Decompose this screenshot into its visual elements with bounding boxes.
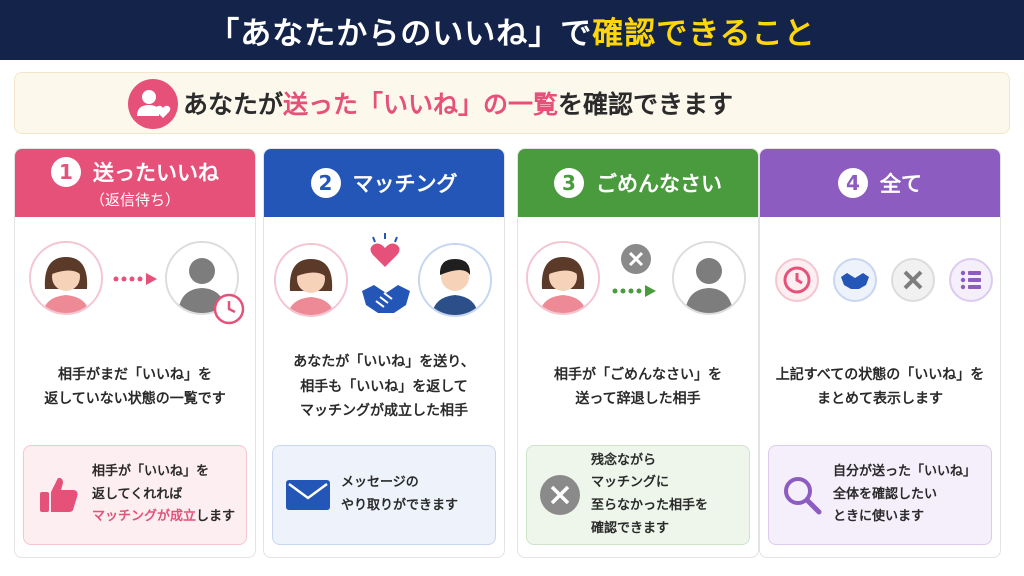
- card-title: 全て: [880, 172, 922, 196]
- card-illustration: [264, 217, 504, 339]
- card-title: 送ったいいね: [93, 160, 219, 185]
- title-bar: 「あなたからのいいね」で 確認できること: [0, 0, 1024, 60]
- card-sent-likes[interactable]: 1 送ったいいね （返信待ち） 相手がまだ「いいね」を 返していない状態の一覧です: [14, 148, 256, 558]
- card-note: 自分が送った「いいね」 全体を確認したい ときに使います: [768, 445, 992, 545]
- subtitle-banner: あなたが送った「いいね」の一覧を確認できます: [14, 72, 1010, 134]
- page-title-highlight: 確認できること: [592, 15, 816, 52]
- card-title: マッチング: [352, 172, 458, 196]
- card-all[interactable]: 4 全て 上記すべての状態の「いいね」を まとめて表示します 自分が送った「いいね: [759, 148, 1001, 558]
- handshake-icon: [362, 285, 410, 313]
- card-note: 相手が「いいね」を 返してくれれば マッチングが成立します: [23, 445, 247, 545]
- card-header: 2 マッチング: [264, 149, 504, 217]
- clock-icon: [213, 293, 245, 325]
- list-icon: [949, 258, 993, 302]
- dotted-arrow-icon: [612, 285, 656, 297]
- card-description: 相手がまだ「いいね」を 返していない状態の一覧です: [44, 366, 226, 408]
- card-matching[interactable]: 2 マッチング あなたが「いいね」を送り、相手も「いいね」を返してマッチング: [263, 148, 505, 558]
- card-number: 1: [51, 156, 81, 187]
- card-number: 4: [838, 168, 868, 198]
- card-description: あなたが「いいね」を送り、 相手も「いいね」を返して マッチングが成立した相手: [293, 354, 475, 420]
- card-number: 2: [310, 168, 341, 198]
- card-illustration: [760, 217, 1000, 339]
- card-title: ごめんなさい: [596, 172, 722, 196]
- card-note: 残念ながら マッチングに 至らなかった相手を 確認できます: [526, 445, 750, 545]
- anonymous-avatar-icon: [672, 241, 746, 315]
- close-circle-icon: [621, 244, 651, 274]
- clock-icon: [775, 258, 819, 302]
- close-icon: [891, 258, 935, 302]
- card-illustration: [15, 217, 255, 339]
- card-declined[interactable]: 3 ごめんなさい 相手が「ごめんなさい」を 送って辞退した相手 残念ながら マッ…: [517, 148, 759, 558]
- card-header: 3 ごめんなさい: [518, 149, 758, 217]
- user-heart-icon: [128, 79, 178, 129]
- card-illustration: [518, 217, 758, 339]
- heart-icon: [370, 233, 400, 267]
- card-header: 4 全て: [760, 149, 1000, 217]
- card-number: 3: [554, 168, 584, 198]
- handshake-icon: [833, 258, 877, 302]
- search-icon: [784, 477, 822, 515]
- woman-avatar-icon: [29, 241, 103, 315]
- card-note: メッセージの やり取りができます: [272, 445, 496, 545]
- woman-avatar-icon: [526, 241, 600, 315]
- card-header: 1 送ったいいね （返信待ち）: [15, 149, 255, 217]
- x-circle-icon: [540, 475, 580, 515]
- woman-avatar-icon: [274, 243, 348, 317]
- subtitle-text: あなたが送った「いいね」の一覧を確認できます: [183, 90, 734, 119]
- mail-icon: [286, 480, 330, 510]
- dotted-arrow-icon: [113, 273, 157, 285]
- page-title: 「あなたからのいいね」で: [208, 15, 593, 52]
- card-description: 相手が「ごめんなさい」を 送って辞退した相手: [554, 366, 722, 408]
- card-description: 上記すべての状態の「いいね」を まとめて表示します: [775, 366, 985, 408]
- thumbs-up-icon: [40, 477, 78, 512]
- man-avatar-icon: [418, 243, 492, 317]
- card-subtitle: （返信待ち）: [89, 190, 180, 209]
